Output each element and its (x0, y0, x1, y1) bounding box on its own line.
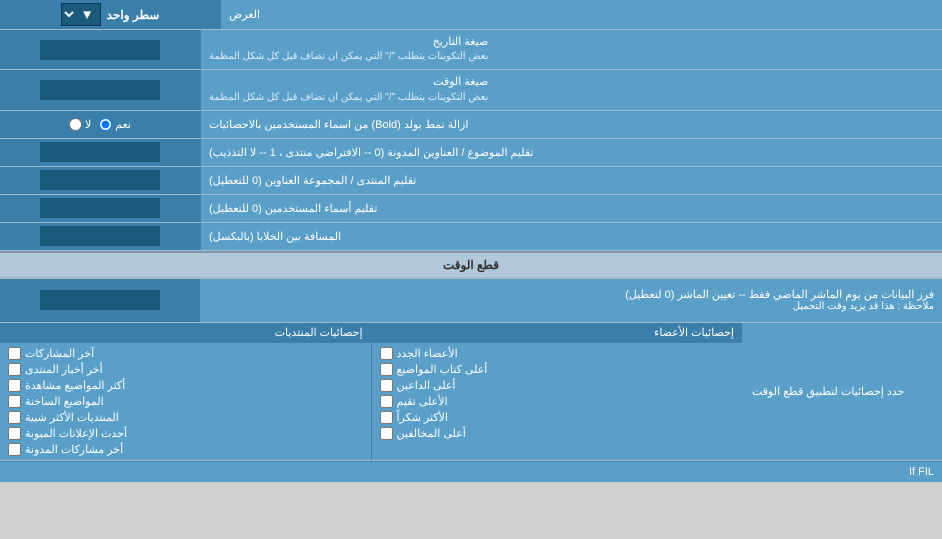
cb-classified-ads: أحدث الإعلانات المبوبة (8, 427, 363, 440)
bottom-note-text: If FIL (909, 466, 934, 478)
cb-last-posts-check[interactable] (8, 347, 21, 360)
cb-last-posts: آخر المشاركات (8, 347, 363, 360)
forum-trim-input[interactable]: 33 (40, 170, 160, 190)
time-format-input[interactable]: H:i (40, 80, 160, 100)
bottom-note: If FIL (0, 461, 942, 482)
cb-top-rated: الأعلى تقيم (380, 395, 735, 408)
cb-top-inviters-check[interactable] (380, 379, 393, 392)
cb-hot-topics: المواضيع الساخنة (8, 395, 363, 408)
cb-last-blog-posts: أخر مشاركات المدونة (8, 443, 363, 456)
col1-header: إحصائيات المنتديات (0, 323, 371, 342)
cb-last-news-check[interactable] (8, 363, 21, 376)
filter-row: فرز البيانات من يوم الماشر الماضي فقط --… (0, 279, 942, 323)
time-format-label: صيغة الوقت بعض التكوينات يتطلب "/" التي … (200, 70, 942, 109)
title-trim-input-cell: 33 (0, 139, 200, 166)
cb-most-thanks-check[interactable] (380, 411, 393, 424)
bold-remove-row: ازالة نمط بولد (Bold) من اسماء المستخدمي… (0, 111, 942, 139)
header-select[interactable]: ▼ (61, 3, 101, 26)
forum-trim-label: تقليم المنتدى / المجموعة العناوين (0 للت… (200, 167, 942, 194)
time-format-row: صيغة الوقت بعض التكوينات يتطلب "/" التي … (0, 70, 942, 110)
title-trim-input[interactable]: 33 (40, 142, 160, 162)
cell-spacing-input[interactable]: 2 (40, 226, 160, 246)
bold-remove-options: نعم لا (0, 111, 200, 138)
cb-classified-ads-check[interactable] (8, 427, 21, 440)
filter-label: فرز البيانات من يوم الماشر الماضي فقط --… (200, 279, 942, 322)
bold-no-radio[interactable] (69, 118, 82, 131)
cb-most-similar: المنتديات الأكثر شبية (8, 411, 363, 424)
cell-spacing-label: المسافة بين الخلايا (بالبكسل) (200, 223, 942, 250)
title-trim-row: تقليم الموضوع / العناوين المدونة (0 -- ا… (0, 139, 942, 167)
cell-spacing-input-cell: 2 (0, 223, 200, 250)
forum-trim-input-cell: 33 (0, 167, 200, 194)
main-container: العرض سطر واحد ▼ صيغة التاريخ بعض التكوي… (0, 0, 942, 482)
col2-header: إحصائيات الأعضاء (371, 323, 743, 342)
cb-top-rated-check[interactable] (380, 395, 393, 408)
filter-input-cell: 0 (0, 279, 200, 322)
bold-yes-radio[interactable] (99, 118, 112, 131)
username-trim-input-cell: 0 (0, 195, 200, 222)
date-format-input[interactable]: d-m (40, 40, 160, 60)
cell-spacing-row: المسافة بين الخلايا (بالبكسل) 2 (0, 223, 942, 251)
bold-yes-label[interactable]: نعم (99, 118, 131, 131)
section-label: العرض (220, 0, 942, 29)
cb-last-blog-posts-check[interactable] (8, 443, 21, 456)
cb-top-violators: أعلى المخالفين (380, 427, 735, 440)
username-trim-row: تقليم أسماء المستخدمين (0 للتعطيل) 0 (0, 195, 942, 223)
header-input-cell: سطر واحد ▼ (0, 0, 220, 29)
cb-most-similar-check[interactable] (8, 411, 21, 424)
checkbox-headers: إحصائيات الأعضاء إحصائيات المنتديات (0, 323, 742, 343)
section2-header: قطع الوقت (0, 253, 942, 278)
cb-top-writers: أعلى كتاب المواضيع (380, 363, 735, 376)
time-format-input-cell: H:i (0, 70, 200, 109)
forum-stats-col: آخر المشاركات أخر أخبار المنتدى أكثر الم… (0, 343, 371, 460)
bold-remove-label: ازالة نمط بولد (Bold) من اسماء المستخدمي… (200, 111, 942, 138)
filter-input[interactable]: 0 (40, 290, 160, 310)
cb-new-members: الأعضاء الجدد (380, 347, 735, 360)
checkbox-items: الأعضاء الجدد أعلى كتاب المواضيع أعلى ال… (0, 343, 742, 460)
checkboxes-section: حدد إحصائيات لتطبيق قطع الوقت إحصائيات ا… (0, 323, 942, 461)
title-trim-label: تقليم الموضوع / العناوين المدونة (0 -- ا… (200, 139, 942, 166)
cb-most-viewed: أكثر المواضيع مشاهدة (8, 379, 363, 392)
cb-new-members-check[interactable] (380, 347, 393, 360)
date-format-label: صيغة التاريخ بعض التكوينات يتطلب "/" الت… (200, 30, 942, 69)
members-stats-col: الأعضاء الجدد أعلى كتاب المواضيع أعلى ال… (371, 343, 743, 460)
bold-no-label[interactable]: لا (69, 118, 91, 131)
header-title: سطر واحد (107, 8, 160, 22)
cb-top-writers-check[interactable] (380, 363, 393, 376)
username-trim-label: تقليم أسماء المستخدمين (0 للتعطيل) (200, 195, 942, 222)
cb-most-thanks: الأكثر شكراً (380, 411, 735, 424)
cb-hot-topics-check[interactable] (8, 395, 21, 408)
section2-divider: قطع الوقت (0, 251, 942, 279)
cb-last-news: أخر أخبار المنتدى (8, 363, 363, 376)
checkboxes-columns: إحصائيات الأعضاء إحصائيات المنتديات الأع… (0, 323, 742, 460)
cb-most-viewed-check[interactable] (8, 379, 21, 392)
username-trim-input[interactable]: 0 (40, 198, 160, 218)
date-format-row: صيغة التاريخ بعض التكوينات يتطلب "/" الت… (0, 30, 942, 70)
cb-top-inviters: أعلى الداعين (380, 379, 735, 392)
date-format-input-cell: d-m (0, 30, 200, 69)
forum-trim-row: تقليم المنتدى / المجموعة العناوين (0 للت… (0, 167, 942, 195)
cb-top-violators-check[interactable] (380, 427, 393, 440)
limit-label: حدد إحصائيات لتطبيق قطع الوقت (742, 323, 942, 460)
